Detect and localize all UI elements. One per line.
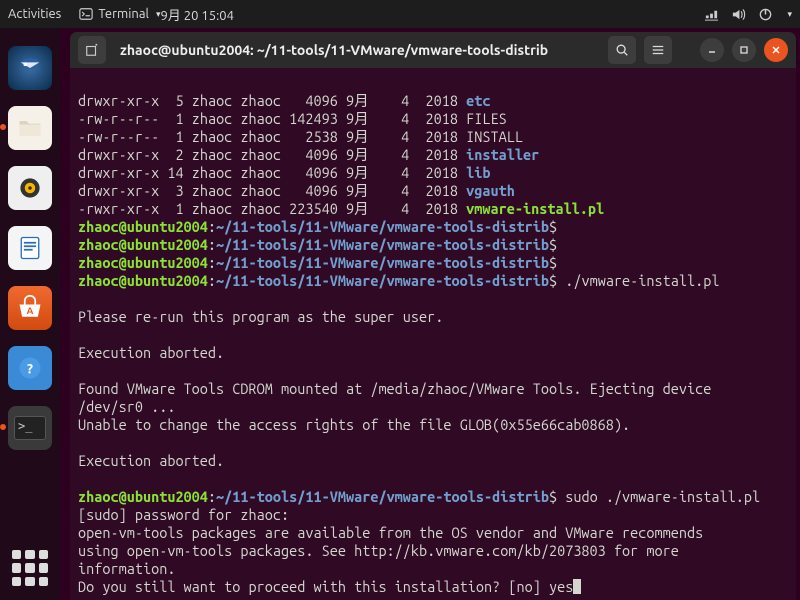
hamburger-icon <box>651 43 665 57</box>
output-line: Do you still want to proceed with this i… <box>78 578 581 595</box>
dock-terminal[interactable]: >_ <box>8 406 52 450</box>
terminal-cursor <box>573 579 581 594</box>
svg-text:A: A <box>27 305 34 316</box>
output-line: using open-vm-tools packages. See http:/… <box>78 542 679 559</box>
ls-row: -rwxr-xr-x 1 zhaoc zhaoc 223540 9月 4 201… <box>78 200 604 217</box>
activities-button[interactable]: Activities <box>8 7 61 21</box>
app-indicator[interactable]: Terminal ▾ <box>79 7 160 21</box>
launcher-dock: A ? >_ <box>0 28 60 600</box>
output-line: Unable to change the access rights of th… <box>78 416 630 433</box>
output-line: Found VMware Tools CDROM mounted at /med… <box>78 380 711 397</box>
close-button[interactable] <box>764 38 788 62</box>
dock-rhythmbox[interactable] <box>8 166 52 210</box>
dock-libreoffice-writer[interactable] <box>8 226 52 270</box>
hamburger-menu-button[interactable] <box>644 36 672 64</box>
prompt-line: zhaoc@ubuntu2004:~/11-tools/11-VMware/vm… <box>78 218 557 235</box>
dock-help[interactable]: ? <box>8 346 52 390</box>
svg-text:?: ? <box>27 360 33 376</box>
window-title-bar[interactable]: zhaoc@ubuntu2004: ~/11-tools/11-VMware/v… <box>70 32 796 68</box>
minimize-button[interactable] <box>700 38 724 62</box>
output-line: [sudo] password for zhaoc: <box>78 506 289 523</box>
close-icon <box>771 45 781 55</box>
prompt-line: zhaoc@ubuntu2004:~/11-tools/11-VMware/vm… <box>78 488 760 505</box>
dock-files[interactable] <box>8 106 52 150</box>
ls-row: -rw-r--r-- 1 zhaoc zhaoc 142493 9月 4 201… <box>78 110 507 127</box>
output-line: information. <box>78 560 175 577</box>
new-tab-button[interactable] <box>78 36 106 64</box>
search-button[interactable] <box>608 36 636 64</box>
prompt-line: zhaoc@ubuntu2004:~/11-tools/11-VMware/vm… <box>78 236 557 253</box>
output-line: Please re-run this program as the super … <box>78 308 443 325</box>
show-applications-button[interactable] <box>12 550 48 586</box>
terminal-icon <box>79 7 93 21</box>
ls-row: drwxr-xr-x 2 zhaoc zhaoc 4096 9月 4 2018 … <box>78 146 539 163</box>
chevron-down-icon: ▾ <box>787 9 792 20</box>
output-line: Execution aborted. <box>78 452 224 469</box>
dock-thunderbird[interactable] <box>8 46 52 90</box>
network-icon[interactable] <box>704 7 719 22</box>
maximize-button[interactable] <box>732 38 756 62</box>
app-indicator-label: Terminal <box>98 7 149 21</box>
prompt-line: zhaoc@ubuntu2004:~/11-tools/11-VMware/vm… <box>78 254 557 271</box>
ls-row: drwxr-xr-x 5 zhaoc zhaoc 4096 9月 4 2018 … <box>78 92 491 109</box>
window-title: zhaoc@ubuntu2004: ~/11-tools/11-VMware/v… <box>114 42 600 58</box>
output-line: open-vm-tools packages are available fro… <box>78 524 703 541</box>
ls-row: drwxr-xr-x 14 zhaoc zhaoc 4096 9月 4 2018… <box>78 164 491 181</box>
search-icon <box>615 43 629 57</box>
output-line: /dev/sr0 ... <box>78 398 175 415</box>
prompt-line: zhaoc@ubuntu2004:~/11-tools/11-VMware/vm… <box>78 272 720 289</box>
gnome-topbar: Activities Terminal ▾ 9月 20 15:04 ▾ <box>0 0 800 28</box>
clock[interactable]: 9月 20 15:04 <box>160 5 704 24</box>
dock-ubuntu-software[interactable]: A <box>8 286 52 330</box>
power-icon[interactable] <box>758 7 773 22</box>
ls-row: drwxr-xr-x 3 zhaoc zhaoc 4096 9月 4 2018 … <box>78 182 515 199</box>
activities-label: Activities <box>8 7 61 21</box>
output-line: Execution aborted. <box>78 344 224 361</box>
volume-icon[interactable] <box>731 7 746 22</box>
terminal-window: zhaoc@ubuntu2004: ~/11-tools/11-VMware/v… <box>70 32 796 600</box>
ls-row: -rw-r--r-- 1 zhaoc zhaoc 2538 9月 4 2018 … <box>78 128 523 145</box>
terminal-output[interactable]: drwxr-xr-x 5 zhaoc zhaoc 4096 9月 4 2018 … <box>70 68 796 600</box>
